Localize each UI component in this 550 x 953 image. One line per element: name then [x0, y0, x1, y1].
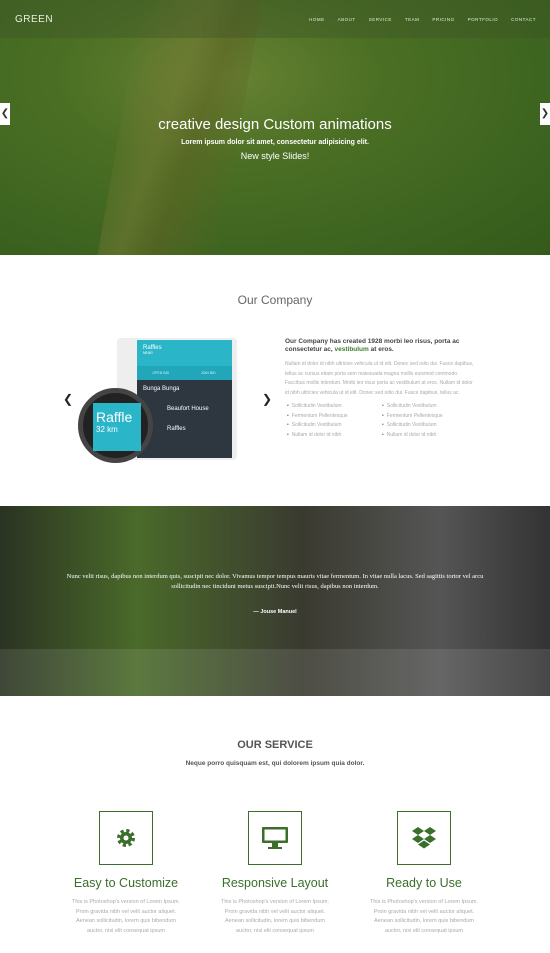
- hero-subtitle: Lorem ipsum dolor sit amet, consectetur …: [181, 139, 369, 146]
- list-item: Nullam id dolor id nibh: [380, 431, 475, 441]
- watch-image: Raffle 32 km: [78, 388, 153, 463]
- company-title: Our Company: [237, 293, 313, 307]
- service-item: Responsive Layout This is Photoshop's ve…: [195, 811, 355, 936]
- app-header-sub: NEAR: [143, 351, 153, 355]
- app-carousel: ❮ ❯ Raffles NEAR OPEN BID JOIN BID Bunga B…: [60, 336, 275, 463]
- company-info: Our Company has created 1928 morbi leo r…: [285, 338, 475, 440]
- dropbox-icon: [397, 811, 451, 865]
- service-item-title: Responsive Layout: [221, 876, 329, 890]
- gear-icon: [99, 811, 153, 865]
- company-heading: Our Company has created 1928 morbi leo r…: [285, 338, 460, 353]
- nav-portfolio[interactable]: PORTFOLIO: [468, 17, 498, 22]
- nav-about[interactable]: ABOUT: [338, 17, 356, 22]
- nav-service[interactable]: SERVICE: [369, 17, 392, 22]
- testimonial-author: — Jouse Manuel: [253, 609, 297, 615]
- list-item: Fermentum Pellentesque: [285, 412, 380, 422]
- watch-title: Raffle: [96, 409, 133, 425]
- hero-title: creative design Custom animations: [158, 116, 392, 133]
- app-tab: OPEN BID: [152, 371, 170, 375]
- service-item: Easy to Customize This is Photoshop's ve…: [46, 811, 206, 936]
- list-item: Sollicitudin Vestibulum: [285, 421, 380, 431]
- monitor-icon: [248, 811, 302, 865]
- nav-pricing[interactable]: PRICING: [432, 17, 454, 22]
- list-item: Sollicitudin Vestibulum: [380, 421, 475, 431]
- nav-menu: HOME ABOUT SERVICE TEAM PRICING PORTFOLI…: [309, 17, 536, 22]
- list-item: Sollicitudin Vestibulum: [285, 402, 380, 412]
- service-item: Ready to Use This is Photoshop's version…: [344, 811, 504, 936]
- hero-subtitle-2: New style Slides!: [240, 151, 310, 161]
- service-item-text: This is Photoshop's version of Lorem Ips…: [71, 899, 181, 934]
- carousel-next-icon[interactable]: ❯: [262, 392, 272, 406]
- service-item-title: Ready to Use: [386, 876, 462, 890]
- nav-team[interactable]: TEAM: [405, 17, 420, 22]
- list-item: Sollicitudin Vestibulum: [380, 402, 475, 412]
- company-body: Nullam id dolor id nibh ultricies vehicu…: [285, 361, 474, 396]
- testimonial-text: Nunc velit risus, dapibus non interdum q…: [66, 573, 484, 590]
- logo[interactable]: GREEN: [15, 14, 53, 25]
- app-tab: JOIN BID: [200, 371, 216, 375]
- watch-distance: 32 km: [96, 425, 118, 434]
- nav-contact[interactable]: CONTACT: [511, 17, 536, 22]
- carousel-prev-icon[interactable]: ❮: [63, 392, 73, 406]
- list-item: Fermentum Pellentesque: [380, 412, 475, 422]
- service-subtitle: Neque porro quisquam est, qui dolorem ip…: [185, 760, 365, 767]
- service-item-text: This is Photoshop's version of Lorem Ips…: [220, 899, 330, 934]
- list-item: Nullam id dolor id nibh: [285, 431, 380, 441]
- navbar: GREEN HOME ABOUT SERVICE TEAM PRICING PO…: [0, 0, 550, 38]
- service-item-title: Easy to Customize: [73, 876, 179, 890]
- hero-slider: GREEN HOME ABOUT SERVICE TEAM PRICING PO…: [0, 0, 550, 255]
- service-item-text: This is Photoshop's version of Lorem Ips…: [369, 899, 479, 934]
- company-list: Sollicitudin Vestibulum Sollicitudin Ves…: [285, 402, 475, 440]
- nav-home[interactable]: HOME: [309, 17, 325, 22]
- app-item: Bunga Bunga: [143, 386, 180, 392]
- testimonial-section: Nunc velit risus, dapibus non interdum q…: [0, 506, 550, 696]
- service-title: OUR SERVICE: [237, 739, 313, 751]
- app-screen: Raffles NEAR OPEN BID JOIN BID Bunga Bunga…: [137, 340, 232, 458]
